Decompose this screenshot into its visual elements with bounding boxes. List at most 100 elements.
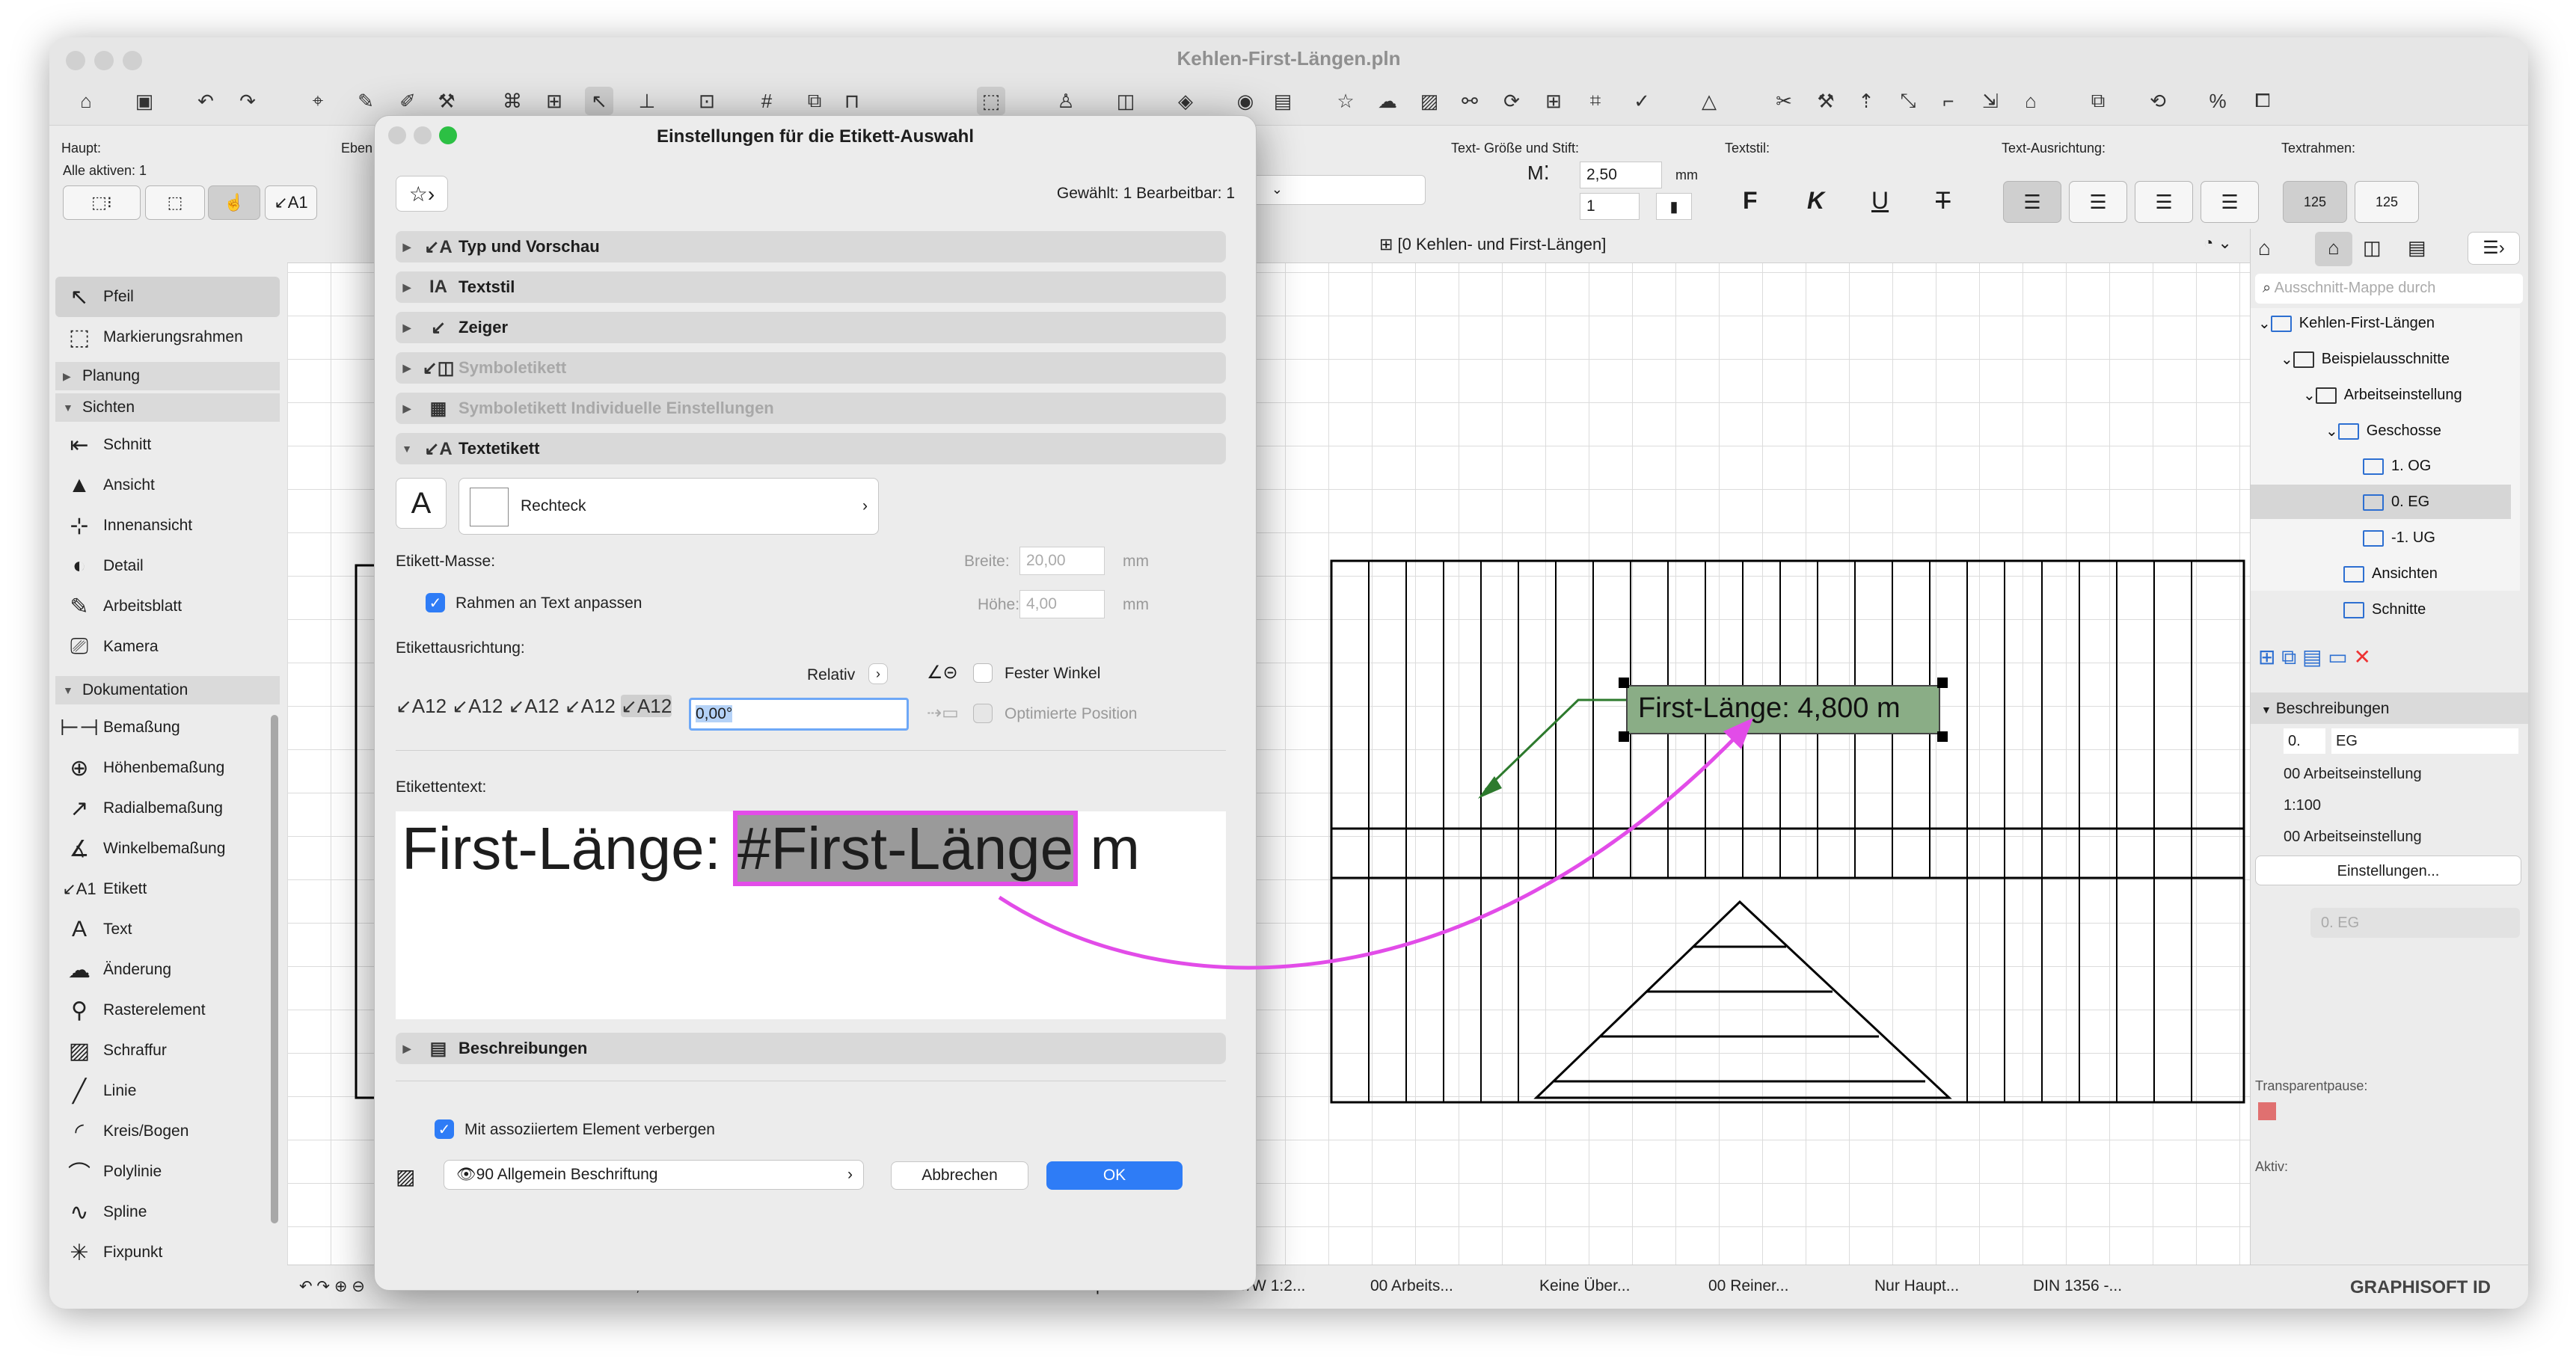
graphisoft-id-link[interactable]: GRAPHISOFT ID	[2350, 1277, 2491, 1298]
section-dokumentation[interactable]: ▼ Dokumentation	[55, 676, 280, 704]
tab-floor-plan[interactable]: ⊞ [0 Kehlen- und First-Längen]	[1379, 235, 1606, 254]
layout-icon[interactable]: ⊞	[1539, 87, 1568, 115]
hand-icon[interactable]: ☝	[208, 185, 260, 220]
view-options-icon[interactable]: ◔ ⌄	[2204, 233, 2232, 253]
tree-item[interactable]: ⌄ Beispielausschnitte	[2281, 350, 2450, 369]
grid-icon[interactable]: #	[752, 87, 781, 115]
tool-arbeitsblatt[interactable]: ✎ Arbeitsblatt	[55, 586, 280, 627]
fester-winkel-checkbox[interactable]	[973, 663, 993, 683]
selection-handle[interactable]	[1619, 731, 1629, 742]
tool-spline[interactable]: ∿ Spline	[55, 1192, 280, 1232]
bold-button[interactable]: F	[1743, 187, 1758, 215]
magic-wand-icon[interactable]: ⚒	[432, 87, 461, 115]
save-icon[interactable]: ▣	[130, 87, 159, 115]
navigation-icons[interactable]: ↶ ↷ ⊕ ⊖	[299, 1277, 365, 1296]
tool-aenderung[interactable]: ☁ Änderung	[55, 950, 280, 990]
italic-button[interactable]: K	[1807, 187, 1824, 215]
tree-item[interactable]: ⌄ Arbeitseinstellung	[2303, 386, 2462, 405]
tree-item[interactable]: Schnitte	[2343, 601, 2426, 618]
arrow-up-icon[interactable]: ⇡	[1852, 87, 1880, 115]
percent-icon[interactable]: %	[2204, 87, 2232, 115]
beschreibungen-header[interactable]: ▼ Beschreibungen	[2251, 692, 2528, 724]
tool-detail[interactable]: ◐ Detail	[55, 546, 280, 586]
sync-icon[interactable]: ⟳	[1497, 87, 1526, 115]
tool-innenansicht[interactable]: ⊹ Innenansicht	[55, 506, 280, 546]
tool-hoehenbemassung[interactable]: ⊕ Höhenbemaßung	[55, 748, 280, 788]
underline-button[interactable]: U	[1871, 187, 1889, 215]
tool-kamera[interactable]: ⎚ Kamera	[55, 627, 280, 667]
copy-icon[interactable]: ⧠	[2248, 87, 2277, 115]
frame-none-button[interactable]: 125	[2283, 181, 2347, 223]
undo-icon[interactable]: ↶	[191, 87, 220, 115]
tool-pfeil[interactable]: ↖ Pfeil	[55, 277, 280, 317]
renovation-value[interactable]: 00 Reiner...	[1708, 1277, 1788, 1295]
rahmen-checkbox[interactable]: ✓	[426, 593, 445, 612]
settings-button[interactable]: Einstellungen...	[2255, 855, 2521, 885]
check-icon[interactable]: ✓	[1628, 87, 1656, 115]
view-combo[interactable]: 0. EG	[2310, 908, 2520, 938]
canvas-label[interactable]: First-Länge: 4,800 m	[1626, 685, 1940, 734]
text-size-input[interactable]: 2,50	[1580, 162, 1662, 188]
relativ-menu-button[interactable]: ›	[868, 663, 888, 684]
panel-menu-button[interactable]: ☰›	[2468, 232, 2520, 265]
tool-radialbemassung[interactable]: ↗ Radialbemaßung	[55, 788, 280, 829]
section-planung[interactable]: ▶ Planung	[55, 362, 280, 390]
duplicate-icon[interactable]: ⧉	[2084, 87, 2112, 115]
publisher-icon[interactable]: ▤	[2408, 236, 2426, 259]
label-tool-icon[interactable]: ↙A1	[265, 185, 317, 220]
home-icon[interactable]: ⌂	[72, 87, 100, 115]
inject-icon[interactable]: ✐	[393, 87, 422, 115]
eyedropper-icon[interactable]: ✎	[352, 87, 380, 115]
tool-markierungsrahmen[interactable]: ⬚ Markierungsrahmen	[55, 317, 280, 357]
label-text-editor[interactable]: First-Länge: #First-Länge m	[396, 811, 1226, 1019]
tool-winkelbemassung[interactable]: ∡ Winkelbemaßung	[55, 829, 280, 869]
autotext-token[interactable]: #First-Länge	[733, 811, 1079, 886]
section-sichten[interactable]: ▼ Sichten	[55, 393, 280, 422]
panel-textstil[interactable]: ▶ IA Textstil	[396, 271, 1226, 303]
frame-rect-button[interactable]: 125	[2355, 181, 2419, 223]
tool-linie[interactable]: ╱ Linie	[55, 1071, 280, 1111]
tool-text[interactable]: A Text	[55, 909, 280, 950]
hide-checkbox[interactable]: ✓	[435, 1119, 454, 1139]
tree-item-selected[interactable]: 0. EG	[2363, 494, 2429, 511]
panel-beschreibungen[interactable]: ▶ ▤ Beschreibungen	[396, 1033, 1226, 1064]
panel-textetikett[interactable]: ▼ ↙A Textetikett	[396, 433, 1226, 464]
trace-icon[interactable]: ⌘	[498, 87, 527, 115]
guide-icon[interactable]: ⊥	[633, 87, 661, 115]
3d-icon[interactable]: ◈	[1171, 87, 1200, 115]
star-icon[interactable]: ☆	[1331, 87, 1360, 115]
pick-up-icon[interactable]: ⌖	[304, 87, 332, 115]
view-id-field[interactable]: 0.	[2284, 728, 2325, 754]
structure-value[interactable]: Nur Haupt...	[1874, 1277, 1959, 1295]
tool-fixpunkt[interactable]: ✳ Fixpunkt	[55, 1232, 280, 1273]
grid-snap-icon[interactable]: ⊞	[540, 87, 568, 115]
tool-icon[interactable]: ⚒	[1812, 87, 1840, 115]
tree-item[interactable]: Ansichten	[2343, 565, 2438, 583]
render-icon[interactable]: ◉	[1231, 87, 1260, 115]
tool-schraffur[interactable]: ▨ Schraffur	[55, 1030, 280, 1071]
select-icon[interactable]: ⬚	[977, 87, 1005, 115]
align-left-icon[interactable]: ☰	[2003, 181, 2061, 223]
selection-handle[interactable]	[1937, 731, 1948, 742]
dimension-value[interactable]: DIN 1356 -...	[2033, 1277, 2122, 1295]
selection-mode-icon[interactable]: ⬚⁝	[63, 185, 141, 220]
view-actions[interactable]: ⊞ ⧉ ▤ ▭ ✕	[2258, 645, 2371, 670]
tool-kreis-bogen[interactable]: ◜ Kreis/Bogen	[55, 1111, 280, 1152]
person-icon[interactable]: ♙	[1052, 87, 1080, 115]
corner-icon[interactable]: ⌐	[1934, 87, 1963, 115]
roof-icon[interactable]: ⌂	[2017, 87, 2045, 115]
tag-icon[interactable]: ⌗	[1581, 87, 1610, 115]
layer-select[interactable]: 👁 90 Allgemein Beschriftung ›	[444, 1160, 864, 1190]
selection-handle[interactable]	[1937, 678, 1948, 688]
favorites-star-icon[interactable]: ☆›	[396, 176, 448, 212]
layer-select[interactable]: ⌄	[1246, 175, 1426, 205]
panel-zeiger[interactable]: ▶ ↙ Zeiger	[396, 312, 1226, 343]
toolbox-scrollbar[interactable]	[271, 715, 278, 1223]
angle-input[interactable]: 0,00°	[689, 698, 909, 731]
tree-item[interactable]: 1. OG	[2363, 458, 2431, 475]
tool-rasterelement[interactable]: ⚲ Rasterelement	[55, 990, 280, 1030]
redo-icon[interactable]: ↷	[233, 87, 262, 115]
layout-book-icon[interactable]: ◫	[2363, 236, 2382, 259]
tool-ansicht[interactable]: ▲ Ansicht	[55, 465, 280, 506]
align-center-icon[interactable]: ☰	[2069, 181, 2127, 223]
